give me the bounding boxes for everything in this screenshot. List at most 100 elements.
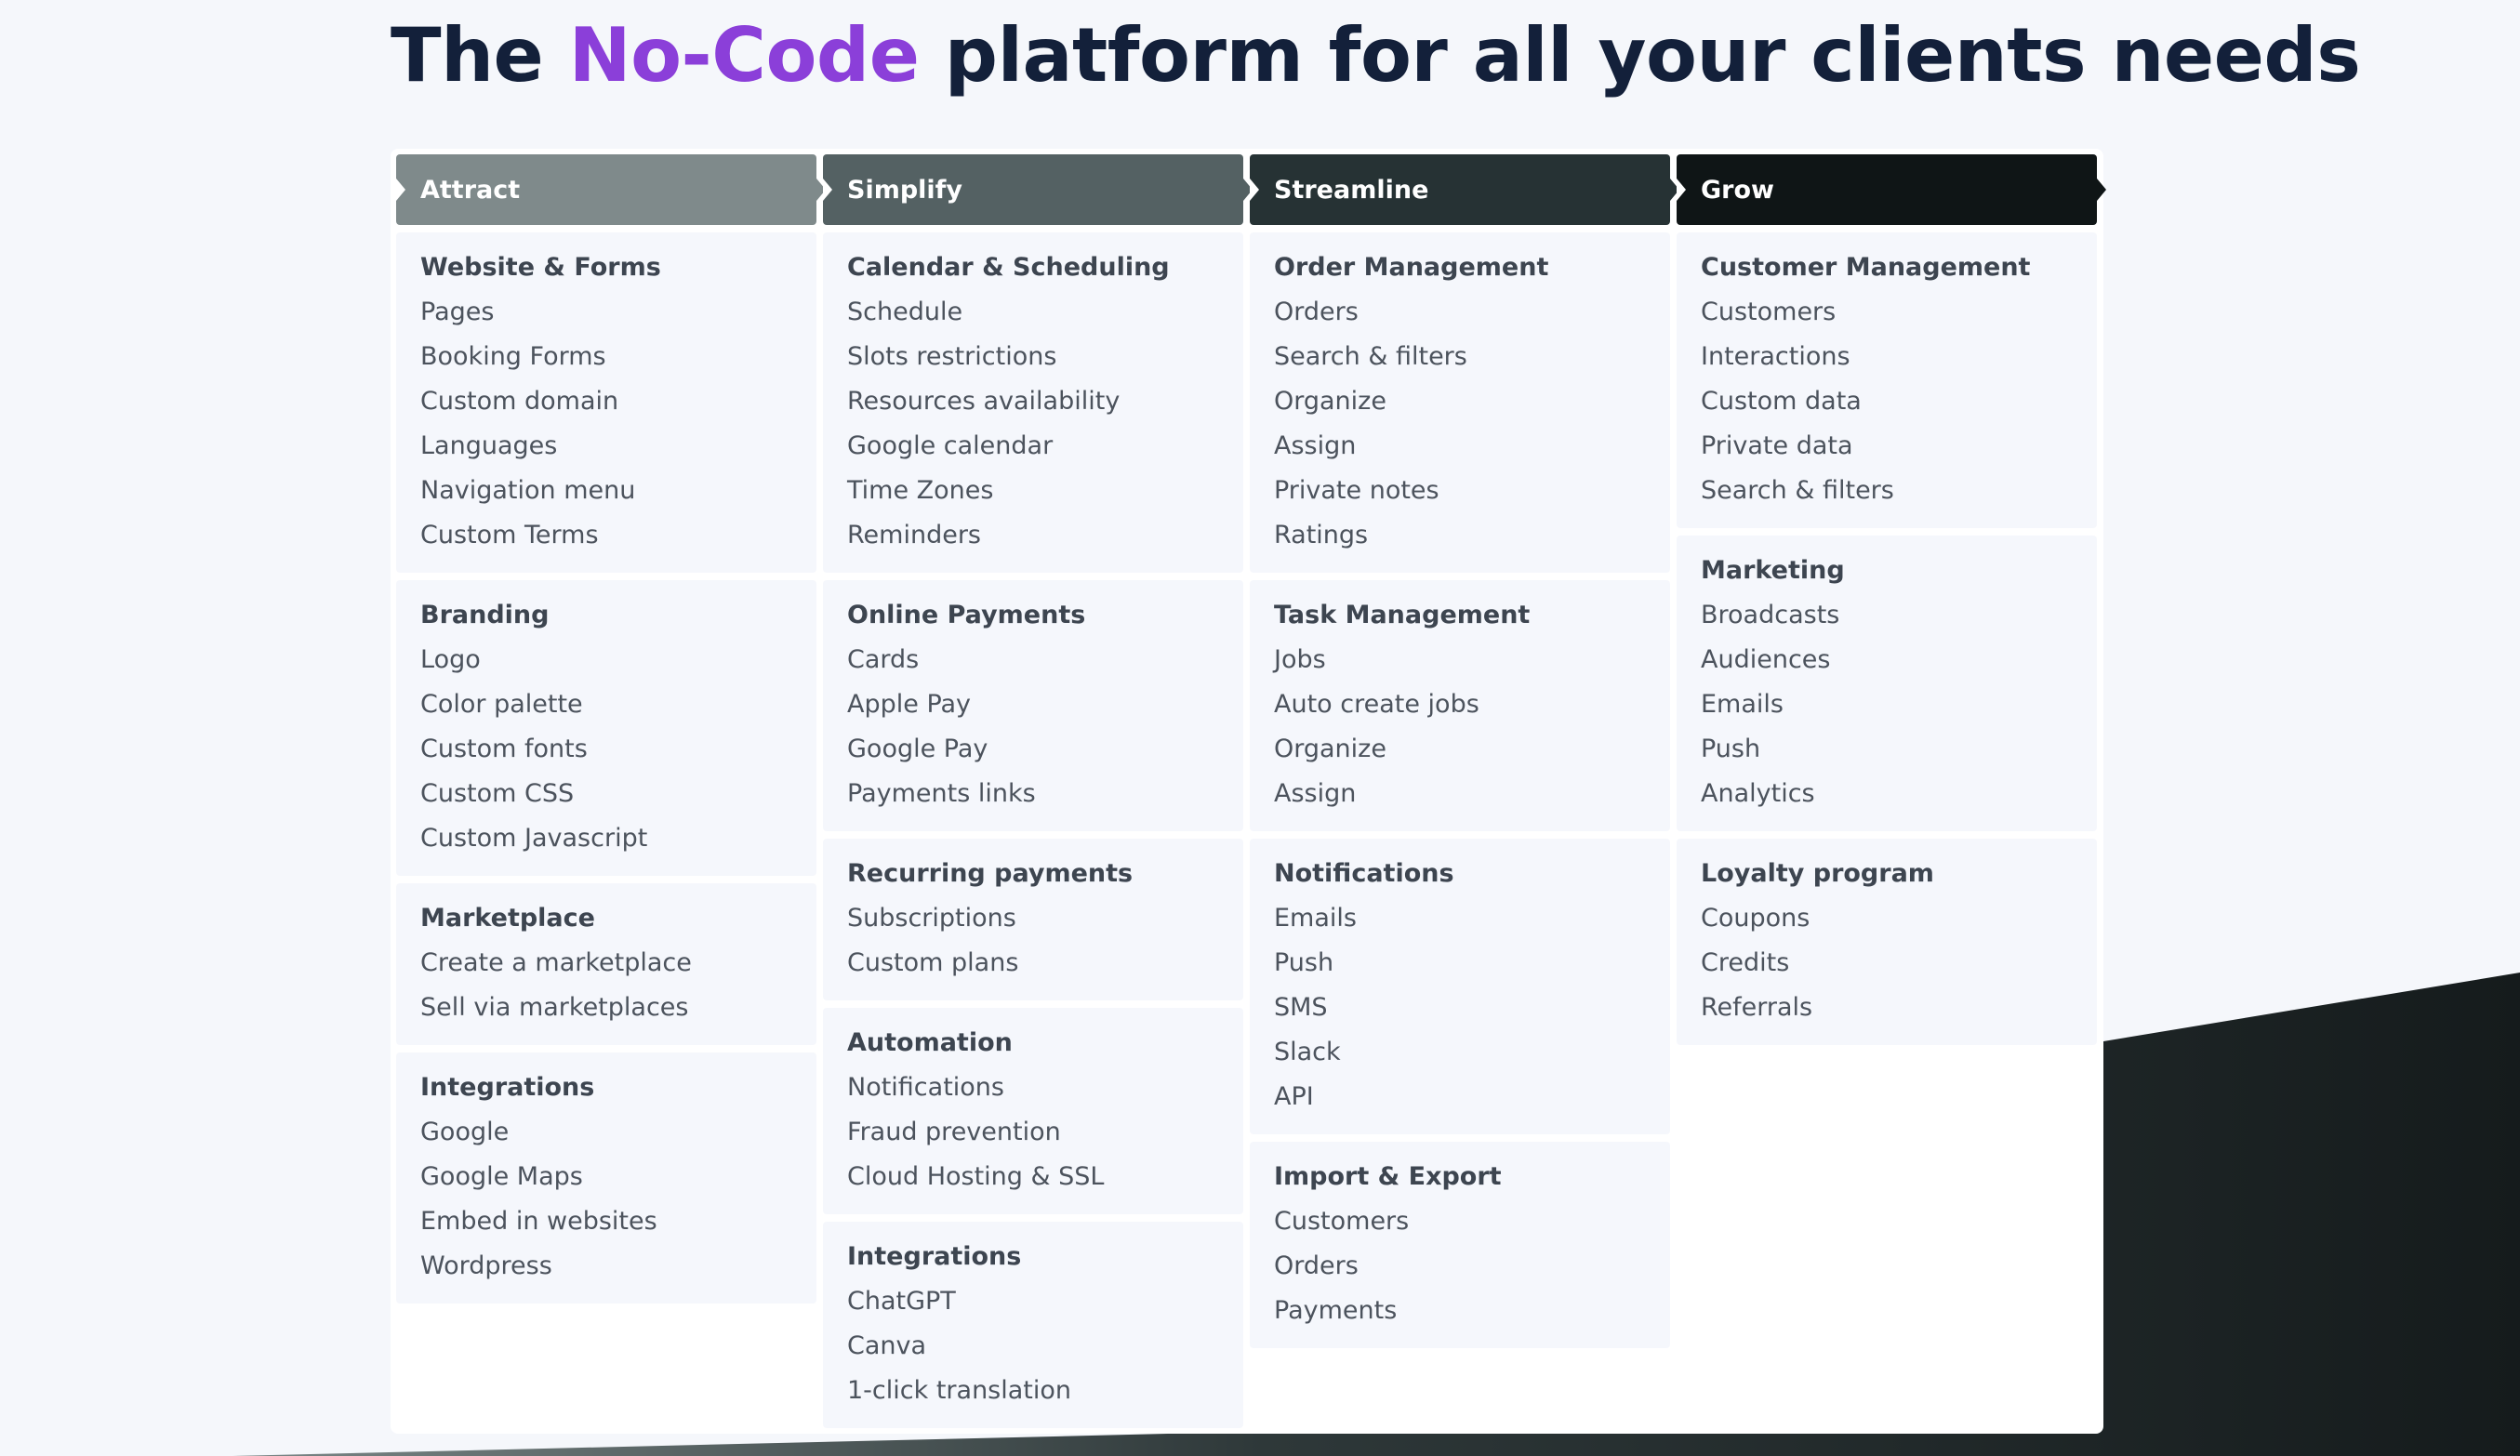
feature-link[interactable]: Organize bbox=[1274, 379, 1646, 424]
feature-link[interactable]: Interactions bbox=[1701, 335, 2073, 379]
features-panel: Attract Website & Forms Pages Booking Forms… bbox=[391, 149, 2103, 1434]
title-accent: No-Code bbox=[568, 12, 920, 99]
feature-link[interactable]: Apple Pay bbox=[847, 682, 1219, 727]
feature-link[interactable]: Custom Terms bbox=[420, 513, 792, 558]
section-title: Marketing bbox=[1701, 556, 1845, 585]
feature-link[interactable]: Auto create jobs bbox=[1274, 682, 1646, 727]
feature-section: Website & Forms Pages Booking Forms Custom … bbox=[396, 232, 816, 573]
feature-link[interactable]: Payments links bbox=[847, 772, 1219, 816]
feature-link[interactable]: Emails bbox=[1701, 682, 2073, 727]
feature-link[interactable]: Fraud prevention bbox=[847, 1110, 1219, 1155]
feature-link[interactable]: Color palette bbox=[420, 682, 792, 727]
column-grow: Grow Customer Management Customers Interact… bbox=[1677, 154, 2097, 1045]
feature-link[interactable]: Google bbox=[420, 1110, 792, 1155]
feature-link[interactable]: Assign bbox=[1274, 772, 1646, 816]
feature-link[interactable]: Google Pay bbox=[847, 727, 1219, 772]
feature-link[interactable]: Emails bbox=[1274, 896, 1646, 941]
feature-link[interactable]: Subscriptions bbox=[847, 896, 1219, 941]
feature-section: Marketplace Create a marketplace Sell via … bbox=[396, 883, 816, 1045]
feature-link[interactable]: Google Maps bbox=[420, 1155, 792, 1199]
section-title: Automation bbox=[847, 1028, 1013, 1057]
column-header-attract: Attract bbox=[396, 154, 816, 225]
feature-link[interactable]: Credits bbox=[1701, 941, 2073, 986]
feature-link[interactable]: Languages bbox=[420, 424, 792, 469]
feature-link[interactable]: Audiences bbox=[1701, 638, 2073, 682]
feature-link[interactable]: Push bbox=[1274, 941, 1646, 986]
section-title: Marketplace bbox=[420, 904, 595, 933]
feature-link[interactable]: Navigation menu bbox=[420, 469, 792, 513]
feature-link[interactable]: Canva bbox=[847, 1324, 1219, 1369]
section-title: Notifications bbox=[1274, 859, 1454, 888]
section-title: Website & Forms bbox=[420, 253, 661, 282]
feature-section: Loyalty program Coupons Credits Referrals bbox=[1677, 839, 2097, 1045]
feature-link[interactable]: Orders bbox=[1274, 1244, 1646, 1289]
feature-link[interactable]: Custom fonts bbox=[420, 727, 792, 772]
feature-section: Integrations Google Google Maps Embed in we… bbox=[396, 1052, 816, 1304]
feature-link[interactable]: Custom domain bbox=[420, 379, 792, 424]
column-header-simplify: Simplify bbox=[823, 154, 1243, 225]
feature-link[interactable]: Google calendar bbox=[847, 424, 1219, 469]
feature-section: Calendar & Scheduling Schedule Slots restr… bbox=[823, 232, 1243, 573]
feature-link[interactable]: Assign bbox=[1274, 424, 1646, 469]
feature-link[interactable]: 1-click translation bbox=[847, 1369, 1219, 1413]
feature-link[interactable]: Slack bbox=[1274, 1030, 1646, 1075]
section-title: Online Payments bbox=[847, 601, 1086, 629]
feature-link[interactable]: Ratings bbox=[1274, 513, 1646, 558]
section-title: Recurring payments bbox=[847, 859, 1134, 888]
section-title: Branding bbox=[420, 601, 550, 629]
feature-section: Import & Export Customers Orders Payments bbox=[1250, 1142, 1670, 1348]
feature-link[interactable]: ChatGPT bbox=[847, 1279, 1219, 1324]
feature-link[interactable]: Referrals bbox=[1701, 986, 2073, 1030]
feature-link[interactable]: Cards bbox=[847, 638, 1219, 682]
feature-link[interactable]: Time Zones bbox=[847, 469, 1219, 513]
feature-link[interactable]: Coupons bbox=[1701, 896, 2073, 941]
feature-link[interactable]: API bbox=[1274, 1075, 1646, 1119]
feature-link[interactable]: Custom data bbox=[1701, 379, 2073, 424]
feature-link[interactable]: Logo bbox=[420, 638, 792, 682]
feature-link[interactable]: Custom CSS bbox=[420, 772, 792, 816]
feature-section: Notifications Emails Push SMS Slack API bbox=[1250, 839, 1670, 1134]
feature-link[interactable]: Broadcasts bbox=[1701, 593, 2073, 638]
feature-link[interactable]: Notifications bbox=[847, 1066, 1219, 1110]
feature-link[interactable]: Jobs bbox=[1274, 638, 1646, 682]
feature-section: Integrations ChatGPT Canva 1-click translat… bbox=[823, 1222, 1243, 1428]
section-title: Loyalty program bbox=[1701, 859, 1934, 888]
page-title: The No-Code platform for all your client… bbox=[391, 11, 2361, 100]
feature-link[interactable]: Slots restrictions bbox=[847, 335, 1219, 379]
feature-link[interactable]: Custom Javascript bbox=[420, 816, 792, 861]
feature-link[interactable]: Payments bbox=[1274, 1289, 1646, 1333]
feature-link[interactable]: Create a marketplace bbox=[420, 941, 792, 986]
feature-link[interactable]: Organize bbox=[1274, 727, 1646, 772]
feature-section: Recurring payments Subscriptions Custom pl… bbox=[823, 839, 1243, 1000]
section-title: Customer Management bbox=[1701, 253, 2031, 282]
feature-link[interactable]: Schedule bbox=[847, 290, 1219, 335]
feature-section: Order Management Orders Search & filters Or… bbox=[1250, 232, 1670, 573]
feature-section: Marketing Broadcasts Audiences Emails Push An… bbox=[1677, 536, 2097, 831]
feature-link[interactable]: Booking Forms bbox=[420, 335, 792, 379]
feature-link[interactable]: Customers bbox=[1274, 1199, 1646, 1244]
feature-section: Task Management Jobs Auto create jobs Organ… bbox=[1250, 580, 1670, 831]
column-streamline: Streamline Order Management Orders Search &… bbox=[1250, 154, 1670, 1348]
feature-link[interactable]: Customers bbox=[1701, 290, 2073, 335]
feature-link[interactable]: Pages bbox=[420, 290, 792, 335]
feature-link[interactable]: Private data bbox=[1701, 424, 2073, 469]
feature-link[interactable]: Wordpress bbox=[420, 1244, 792, 1289]
feature-link[interactable]: Sell via marketplaces bbox=[420, 986, 792, 1030]
feature-link[interactable]: Push bbox=[1701, 727, 2073, 772]
feature-link[interactable]: Search & filters bbox=[1701, 469, 2073, 513]
feature-link[interactable]: Private notes bbox=[1274, 469, 1646, 513]
feature-link[interactable]: Orders bbox=[1274, 290, 1646, 335]
feature-link[interactable]: Embed in websites bbox=[420, 1199, 792, 1244]
feature-link[interactable]: Search & filters bbox=[1274, 335, 1646, 379]
feature-link[interactable]: Custom plans bbox=[847, 941, 1219, 986]
column-header-grow: Grow bbox=[1677, 154, 2097, 225]
feature-link[interactable]: SMS bbox=[1274, 986, 1646, 1030]
feature-link[interactable]: Analytics bbox=[1701, 772, 2073, 816]
column-simplify: Simplify Calendar & Scheduling Schedule Slo… bbox=[823, 154, 1243, 1428]
column-header-streamline: Streamline bbox=[1250, 154, 1670, 225]
feature-section: Online Payments Cards Apple Pay Google Pay P… bbox=[823, 580, 1243, 831]
feature-link[interactable]: Reminders bbox=[847, 513, 1219, 558]
feature-link[interactable]: Resources availability bbox=[847, 379, 1219, 424]
feature-link[interactable]: Cloud Hosting & SSL bbox=[847, 1155, 1219, 1199]
section-title: Import & Export bbox=[1274, 1162, 1502, 1191]
